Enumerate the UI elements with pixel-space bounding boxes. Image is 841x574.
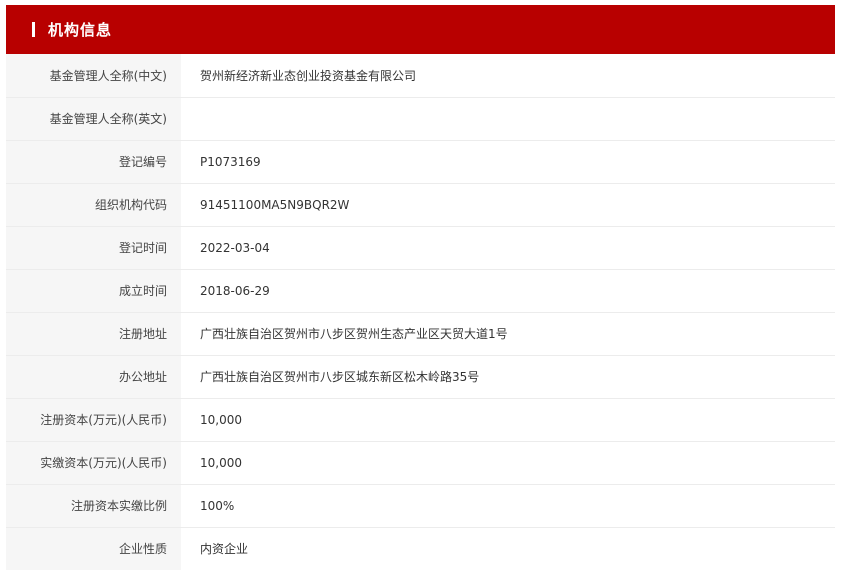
table-row: 组织机构代码 91451100MA5N9BQR2W [6,183,835,227]
header-accent-bar [32,22,35,37]
row-label: 注册资本(万元)(人民币) [6,398,181,442]
row-label: 基金管理人全称(中文) [6,54,181,98]
row-label: 企业性质 [6,527,181,570]
row-value: 内资企业 [181,527,835,570]
row-value: 2018-06-29 [181,269,835,313]
row-label: 办公地址 [6,355,181,399]
row-value: 贺州新经济新业态创业投资基金有限公司 [181,54,835,98]
table-row: 登记编号 P1073169 [6,140,835,184]
row-label: 注册地址 [6,312,181,356]
section-title: 机构信息 [48,21,113,39]
table-row: 登记时间 2022-03-04 [6,226,835,270]
row-value: 91451100MA5N9BQR2W [181,183,835,227]
table-row: 办公地址 广西壮族自治区贺州市八步区城东新区松木岭路35号 [6,355,835,399]
table-row: 注册资本(万元)(人民币) 10,000 [6,398,835,442]
table-row: 基金管理人全称(中文) 贺州新经济新业态创业投资基金有限公司 [6,54,835,98]
row-value: 10,000 [181,398,835,442]
row-value: 2022-03-04 [181,226,835,270]
row-label: 基金管理人全称(英文) [6,97,181,141]
row-label: 组织机构代码 [6,183,181,227]
table-row: 成立时间 2018-06-29 [6,269,835,313]
table-row: 实缴资本(万元)(人民币) 10,000 [6,441,835,485]
row-value: P1073169 [181,140,835,184]
row-value: 10,000 [181,441,835,485]
row-label: 实缴资本(万元)(人民币) [6,441,181,485]
row-value: 广西壮族自治区贺州市八步区城东新区松木岭路35号 [181,355,835,399]
table-row: 基金管理人全称(英文) [6,97,835,141]
table-row: 企业性质 内资企业 [6,527,835,570]
row-label: 注册资本实缴比例 [6,484,181,528]
table-row: 注册地址 广西壮族自治区贺州市八步区贺州生态产业区天贸大道1号 [6,312,835,356]
table-row: 注册资本实缴比例 100% [6,484,835,528]
row-value: 广西壮族自治区贺州市八步区贺州生态产业区天贸大道1号 [181,312,835,356]
row-label: 成立时间 [6,269,181,313]
section-header: 机构信息 [6,5,835,54]
institution-info-panel: 机构信息 基金管理人全称(中文) 贺州新经济新业态创业投资基金有限公司 基金管理… [6,5,835,570]
row-value [181,97,835,141]
row-value: 100% [181,484,835,528]
row-label: 登记时间 [6,226,181,270]
info-table: 基金管理人全称(中文) 贺州新经济新业态创业投资基金有限公司 基金管理人全称(英… [6,54,835,570]
row-label: 登记编号 [6,140,181,184]
